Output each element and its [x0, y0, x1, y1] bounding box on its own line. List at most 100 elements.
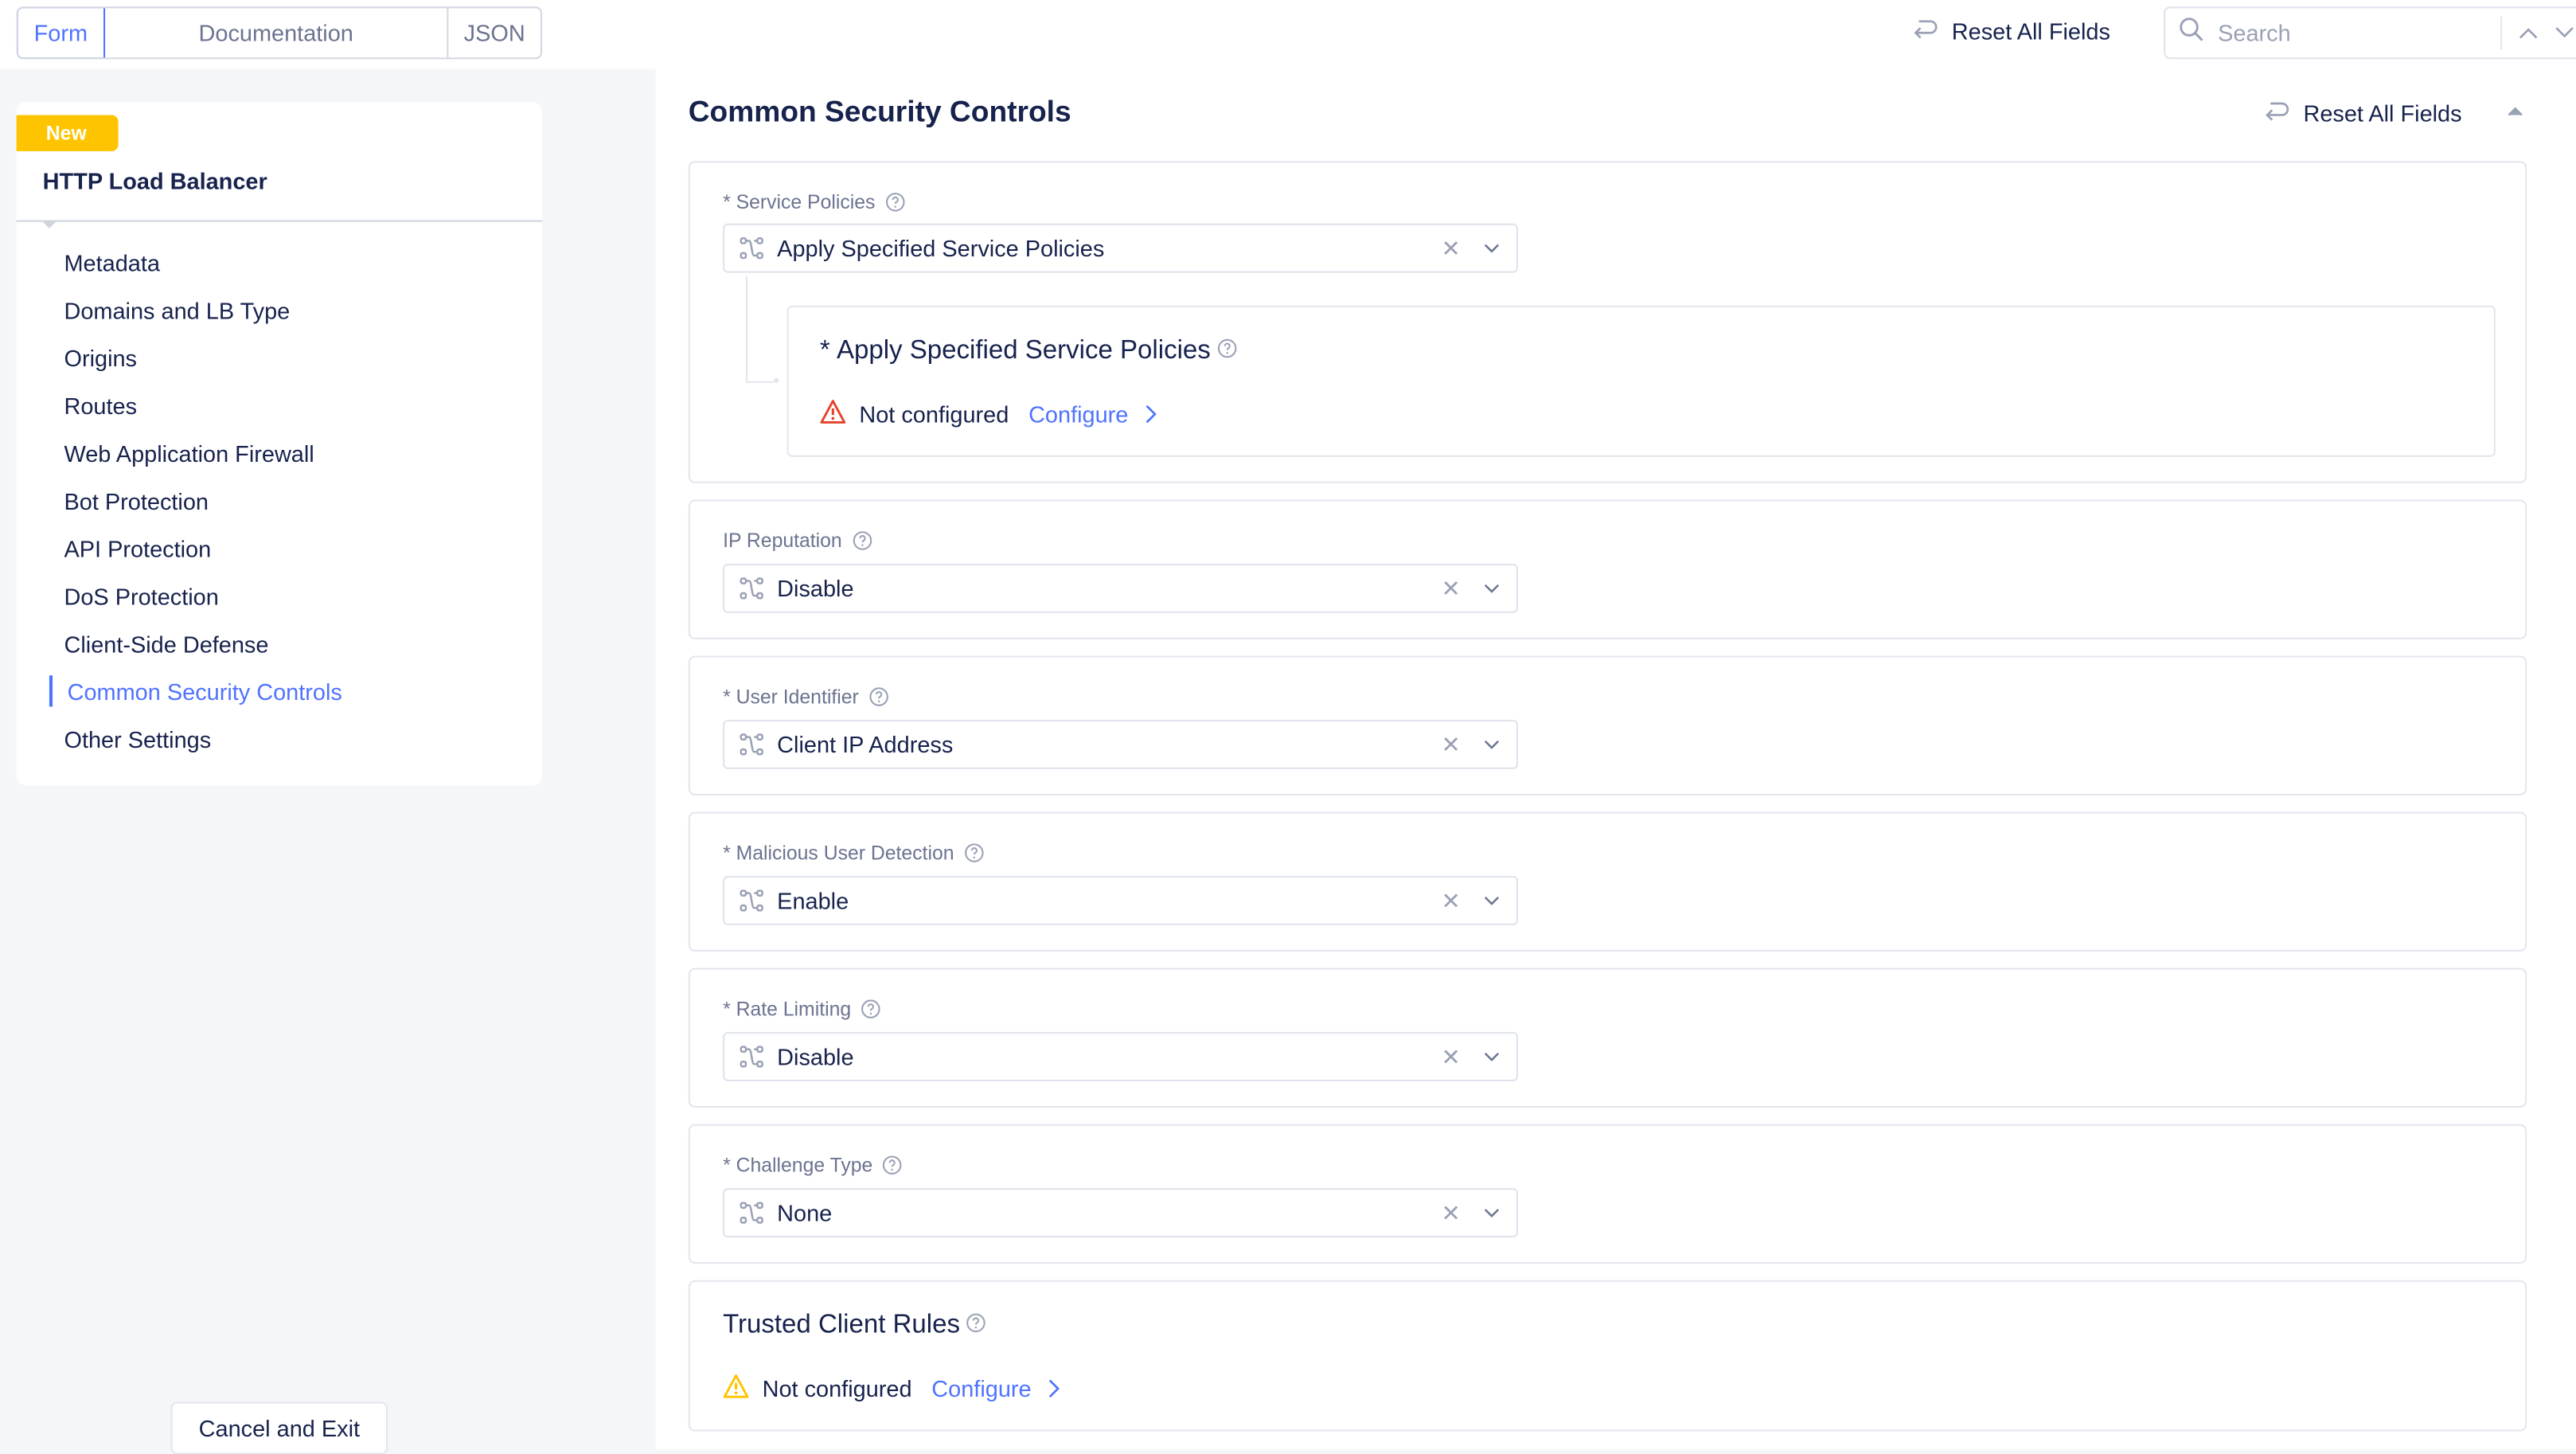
warning-icon — [723, 1374, 749, 1403]
choice-icon — [740, 236, 764, 260]
tab-documentation[interactable]: Documentation — [105, 8, 449, 58]
section-reset-all-fields-button[interactable]: Reset All Fields — [2264, 99, 2462, 127]
help-icon[interactable] — [868, 687, 888, 707]
section-title: Common Security Controls — [688, 95, 1071, 128]
top-bar: Form Documentation JSON Reset All Fields — [0, 0, 2576, 69]
search-icon — [2179, 16, 2205, 50]
trusted-client-rules-title: Trusted Client Rules — [723, 1311, 961, 1339]
configure-link[interactable]: Configure — [931, 1375, 1031, 1401]
sidebar-item-domains-and-lb-type[interactable]: Domains and LB Type — [17, 286, 542, 334]
tab-json[interactable]: JSON — [448, 8, 541, 57]
chevron-down-icon[interactable] — [1484, 740, 1501, 749]
not-configured-text: Not configured — [859, 401, 1009, 428]
search-previous-icon[interactable] — [2519, 21, 2539, 45]
challenge-type-card: * Challenge Type None ✕ — [688, 1124, 2527, 1264]
sidebar-item-metadata[interactable]: Metadata — [17, 238, 542, 286]
clear-icon[interactable]: ✕ — [1442, 730, 1461, 758]
not-configured-text: Not configured — [762, 1375, 912, 1402]
help-icon[interactable] — [861, 999, 881, 1019]
rate-limiting-label: * Rate Limiting — [723, 997, 852, 1021]
chevron-down-icon[interactable] — [1484, 1208, 1501, 1218]
malicious-user-detection-select[interactable]: Enable ✕ — [723, 876, 1518, 925]
chevron-down-icon[interactable] — [1484, 584, 1501, 593]
chevron-down-icon[interactable] — [1484, 896, 1501, 905]
rate-limiting-card: * Rate Limiting Disable ✕ — [688, 967, 2527, 1108]
ip-reputation-select[interactable]: Disable ✕ — [723, 563, 1518, 613]
required-mark: * — [819, 337, 830, 365]
clear-icon[interactable]: ✕ — [1442, 886, 1461, 914]
sidebar-divider — [16, 220, 543, 222]
collapse-section-icon[interactable] — [2507, 99, 2523, 122]
user-identifier-label: * User Identifier — [723, 685, 859, 709]
sidebar-item-routes[interactable]: Routes — [17, 381, 542, 429]
sidebar: New HTTP Load Balancer Metadata Domains … — [16, 101, 543, 786]
sidebar-item-client-side-defense[interactable]: Client-Side Defense — [17, 620, 542, 667]
chevron-down-icon[interactable] — [1484, 243, 1501, 253]
malicious-user-detection-card: * Malicious User Detection Enable ✕ — [688, 811, 2527, 952]
rate-limiting-value: Disable — [777, 1043, 854, 1070]
help-icon[interactable] — [966, 1311, 986, 1341]
service-policies-status: Not configured Configure — [820, 400, 1157, 429]
challenge-type-select[interactable]: None ✕ — [723, 1188, 1518, 1238]
search-input[interactable] — [2215, 18, 2484, 48]
rate-limiting-select[interactable]: Disable ✕ — [723, 1032, 1518, 1081]
sidebar-item-other-settings[interactable]: Other Settings — [17, 715, 542, 763]
chevron-down-icon[interactable] — [1484, 1052, 1501, 1061]
help-icon[interactable] — [852, 531, 872, 551]
service-policies-card: * Service Policies Apply Specified Servi… — [688, 161, 2527, 483]
user-identifier-select[interactable]: Client IP Address ✕ — [723, 719, 1518, 769]
help-icon[interactable] — [883, 1155, 903, 1175]
sidebar-item-api-protection[interactable]: API Protection — [17, 524, 542, 572]
service-policies-select[interactable]: Apply Specified Service Policies ✕ — [723, 223, 1518, 273]
sidebar-title: HTTP Load Balancer — [42, 167, 267, 194]
sidebar-notch — [41, 220, 58, 229]
apply-service-policies-subcard: * Apply Specified Service Policies Not c… — [786, 305, 2496, 457]
help-icon[interactable] — [885, 192, 905, 212]
clear-icon[interactable]: ✕ — [1442, 1042, 1461, 1070]
help-icon[interactable] — [1217, 337, 1237, 366]
sidebar-item-web-application-firewall[interactable]: Web Application Firewall — [17, 429, 542, 477]
tab-form[interactable]: Form — [18, 8, 106, 58]
sidebar-item-origins[interactable]: Origins — [17, 334, 542, 381]
search-divider — [2500, 16, 2503, 49]
challenge-type-value: None — [777, 1199, 833, 1226]
clear-icon[interactable]: ✕ — [1442, 1199, 1461, 1227]
choice-icon — [740, 733, 764, 756]
error-warning-icon — [820, 400, 846, 429]
trusted-client-rules-status: Not configured Configure — [723, 1374, 1060, 1403]
sidebar-nav: Metadata Domains and LB Type Origins Rou… — [17, 238, 542, 762]
help-icon[interactable] — [964, 843, 984, 863]
chevron-right-icon[interactable] — [1048, 1379, 1060, 1399]
malicious-user-detection-value: Enable — [777, 887, 849, 914]
search-box — [2164, 6, 2576, 60]
choice-icon — [740, 1202, 764, 1225]
sidebar-item-bot-protection[interactable]: Bot Protection — [17, 477, 542, 525]
main-panel: Common Security Controls Reset All Field… — [655, 68, 2576, 1450]
clear-icon[interactable]: ✕ — [1442, 234, 1461, 262]
section-reset-label: Reset All Fields — [2303, 99, 2462, 126]
clear-icon[interactable]: ✕ — [1442, 574, 1461, 602]
choice-icon — [740, 577, 764, 600]
choice-icon — [740, 1046, 764, 1069]
cancel-and-exit-button[interactable]: Cancel and Exit — [170, 1401, 388, 1454]
search-next-icon[interactable] — [2555, 21, 2574, 45]
configure-link[interactable]: Configure — [1028, 401, 1128, 428]
tree-connector — [745, 381, 775, 383]
challenge-type-label: * Challenge Type — [723, 1153, 873, 1177]
choice-icon — [740, 889, 764, 913]
trusted-client-rules-card: Trusted Client Rules Not configured Conf… — [688, 1280, 2527, 1432]
user-identifier-value: Client IP Address — [777, 731, 954, 758]
new-badge: New — [16, 115, 119, 151]
sidebar-item-dos-protection[interactable]: DoS Protection — [17, 572, 542, 620]
reset-all-fields-button[interactable]: Reset All Fields — [1912, 17, 2110, 45]
chevron-right-icon[interactable] — [1145, 405, 1157, 424]
view-mode-tabs: Form Documentation JSON — [16, 6, 543, 60]
service-policies-value: Apply Specified Service Policies — [777, 235, 1105, 262]
undo-arrow-icon — [1912, 17, 1938, 45]
ip-reputation-value: Disable — [777, 575, 854, 602]
tree-connector-dot — [774, 377, 779, 383]
undo-arrow-icon — [2264, 99, 2290, 127]
malicious-user-detection-label: * Malicious User Detection — [723, 841, 954, 865]
apply-service-policies-title: Apply Specified Service Policies — [836, 337, 1211, 365]
sidebar-item-common-security-controls[interactable]: Common Security Controls — [17, 667, 542, 715]
